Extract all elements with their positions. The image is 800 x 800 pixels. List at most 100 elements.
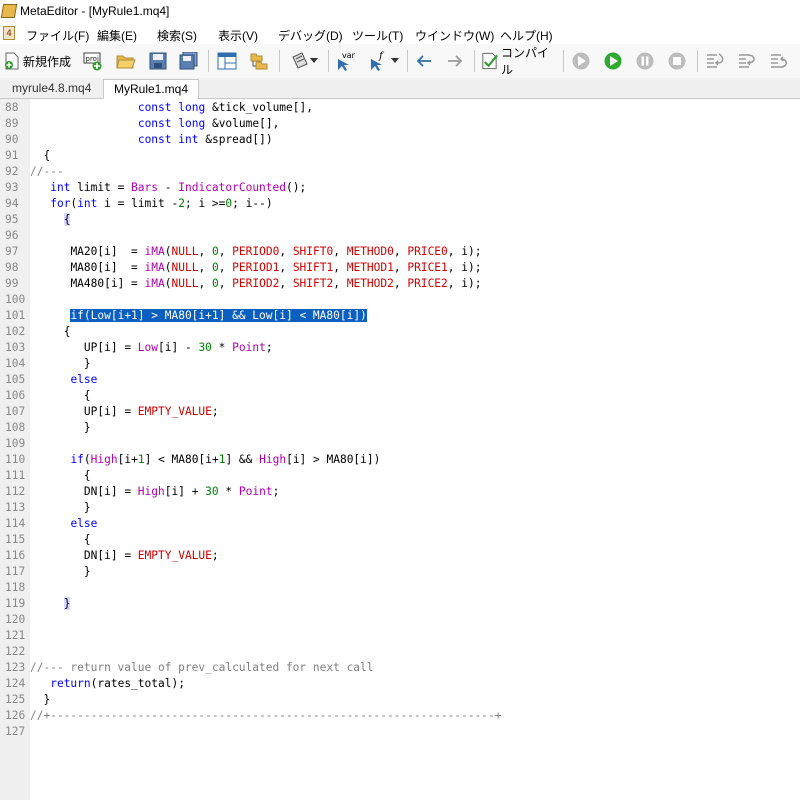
code-line[interactable]: 101 if(Low[i+1] > MA80[i+1] && Low[i] < M… (0, 308, 800, 324)
debug-start-history-button[interactable] (568, 50, 594, 72)
new-file-icon (4, 52, 19, 70)
open-folder-button[interactable] (113, 50, 139, 72)
code-line[interactable]: 100 (0, 292, 800, 308)
debug-start-button[interactable] (600, 50, 626, 72)
line-number: 100 (5, 293, 26, 306)
code-line[interactable]: 104} (0, 356, 800, 372)
code-line[interactable]: 98 MA80[i] = iMA(NULL, 0, PERIOD1, SHIFT1… (0, 260, 800, 276)
code-line[interactable]: 116 DN[i] = EMPTY_VALUE; (0, 548, 800, 564)
code-editor[interactable]: 88 const long &tick_volume[], 89 const long… (0, 99, 800, 800)
code-line[interactable]: 103 UP[i] = Low[i] - 30 * Point; (0, 340, 800, 356)
code-line[interactable]: 88 const long &tick_volume[], (0, 100, 800, 116)
code-line[interactable]: 119} (0, 596, 800, 612)
code-line[interactable]: 121 (0, 628, 800, 644)
debug-pause-button[interactable] (632, 50, 658, 72)
new-project-button[interactable]: proj (80, 50, 106, 72)
code-token: i = limit - (97, 197, 179, 210)
code-line[interactable]: 124 return(rates_total); (0, 676, 800, 692)
code-line[interactable]: 118 (0, 580, 800, 596)
code-line[interactable]: 115 { (0, 532, 800, 548)
new-file-button[interactable]: 新規作成 (2, 50, 72, 72)
code-line[interactable]: 106 { (0, 388, 800, 404)
code-line[interactable]: 122 (0, 644, 800, 660)
line-number: 110 (5, 453, 26, 466)
code-line[interactable]: 125} (0, 692, 800, 708)
menu-tools[interactable]: ツール(T) (352, 27, 403, 44)
code-token: iMA (144, 261, 165, 274)
compile-button[interactable]: コンパイル (480, 46, 558, 77)
code-line[interactable]: 120 (0, 612, 800, 628)
insert-var-button[interactable]: var (333, 50, 359, 72)
toolbox-toggle-button[interactable] (246, 50, 272, 72)
code-line[interactable]: 94 for(int i = limit -2; i >=0; i--) (0, 196, 800, 212)
code-line[interactable]: 123 //--- return value of prev_calculated… (0, 660, 800, 676)
code-token: PERIOD2 (232, 277, 280, 290)
new-project-icon: proj (83, 52, 102, 71)
code-text: if(High[i+1] < MA80[i+1] && High[i] > MA… (70, 452, 380, 468)
save-all-button[interactable] (176, 50, 202, 72)
code-token: } (83, 357, 91, 370)
code-token: , (218, 261, 233, 274)
code-line[interactable]: 96 (0, 228, 800, 244)
code-token: , (393, 261, 408, 274)
code-token: MA480[i] = (70, 277, 145, 290)
metaeditor-app-icon[interactable] (0, 4, 18, 18)
code-line[interactable]: 91 { (0, 148, 800, 164)
step-over-button[interactable] (734, 50, 760, 72)
tab-myrule1[interactable]: MyRule1.mq4 (103, 79, 200, 99)
styler-dropdown-button[interactable] (285, 50, 323, 72)
menu-search[interactable]: 検索(S) (157, 27, 197, 44)
step-out-button[interactable] (766, 50, 792, 72)
matched-brace: { (63, 213, 71, 226)
code-line[interactable]: 107 UP[i] = EMPTY_VALUE; (0, 404, 800, 420)
code-line[interactable]: 110 if(High[i+1] < MA80[i+1] && High[i] >… (0, 452, 800, 468)
debug-stop-button[interactable] (664, 50, 690, 72)
code-line[interactable]: 89 const long &volume[], (0, 116, 800, 132)
code-line[interactable]: 112 DN[i] = High[i] + 30 * Point; (0, 484, 800, 500)
save-button[interactable] (145, 50, 171, 72)
code-line[interactable]: 111 { (0, 468, 800, 484)
code-line[interactable]: 114 else (0, 516, 800, 532)
code-line[interactable]: 108} (0, 420, 800, 436)
code-token: High (137, 485, 165, 498)
document-icon[interactable]: 4 (3, 26, 15, 40)
code-token: IndicatorCounted (178, 181, 287, 194)
code-line[interactable]: 102 { (0, 324, 800, 340)
forward-button[interactable] (443, 50, 467, 72)
menu-debug[interactable]: デバッグ(D) (278, 27, 343, 44)
menu-file[interactable]: ファイル(F) (26, 27, 89, 44)
step-into-button[interactable] (702, 50, 728, 72)
code-line[interactable]: 93 int limit = Bars - IndicatorCounted(); (0, 180, 800, 196)
code-line[interactable]: 113} (0, 500, 800, 516)
code-text: DN[i] = EMPTY_VALUE; (84, 548, 219, 564)
tab-myrule4-8[interactable]: myrule4.8.mq4 (2, 79, 101, 98)
code-line[interactable]: 117} (0, 564, 800, 580)
navigator-toggle-button[interactable] (214, 50, 240, 72)
code-token: int (178, 133, 199, 146)
menu-edit[interactable]: 編集(E) (97, 27, 137, 44)
code-line[interactable]: 127 (0, 724, 800, 740)
back-button[interactable] (412, 50, 436, 72)
code-line[interactable]: 95 { (0, 212, 800, 228)
menu-help[interactable]: ヘルプ(H) (500, 27, 553, 44)
code-line[interactable]: 99 MA480[i] = iMA(NULL, 0, PERIOD2, SHIFT… (0, 276, 800, 292)
insert-function-button[interactable]: f (365, 50, 401, 72)
line-number: 121 (5, 629, 26, 642)
code-line[interactable]: 105 else (0, 372, 800, 388)
menu-view[interactable]: 表示(V) (218, 27, 258, 44)
code-line[interactable]: 90 const int &spread[]) (0, 132, 800, 148)
code-line[interactable]: 92 //--- (0, 164, 800, 180)
line-number: 90 (5, 133, 19, 146)
code-token: ( (164, 261, 172, 274)
code-line[interactable]: 97 MA20[i] = iMA(NULL, 0, PERIOD0, SHIFT0… (0, 244, 800, 260)
code-token: ; (272, 485, 280, 498)
menu-window[interactable]: ウインドウ(W) (415, 27, 494, 44)
code-token: int (50, 181, 71, 194)
code-line[interactable]: 126 //+----------------------------------… (0, 708, 800, 724)
code-line[interactable]: 109 (0, 436, 800, 452)
line-number: 112 (5, 485, 26, 498)
code-token: , (393, 245, 408, 258)
line-number: 125 (5, 693, 26, 706)
code-token: long (178, 101, 206, 114)
code-token: Point (238, 485, 273, 498)
